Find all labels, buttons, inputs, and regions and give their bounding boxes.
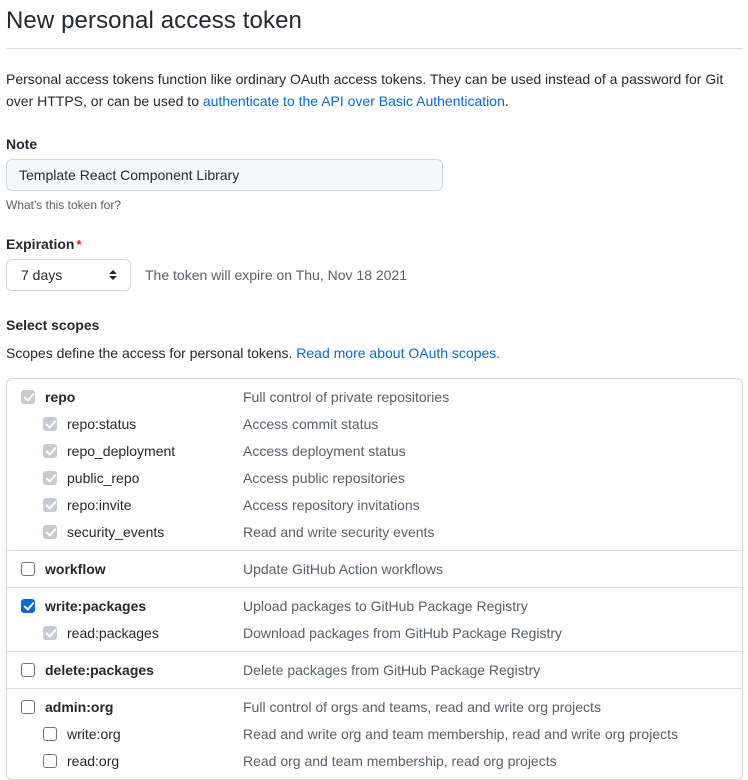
note-label: Note bbox=[6, 136, 742, 152]
scope-name[interactable]: public_repo bbox=[67, 470, 139, 486]
checkbox-write-org[interactable] bbox=[43, 727, 57, 741]
scope-description: Full control of private repositories bbox=[243, 389, 449, 405]
scope-group: workflow Update GitHub Action workflows bbox=[7, 550, 742, 582]
scope-description: Read org and team membership, read org p… bbox=[243, 753, 557, 769]
header-divider bbox=[6, 48, 743, 49]
checkbox-delete-packages[interactable] bbox=[21, 663, 35, 677]
scope-row-left: read:packages bbox=[7, 625, 243, 641]
expiration-note: The token will expire on Thu, Nov 18 202… bbox=[145, 267, 407, 283]
scope-description: Read and write org and team membership, … bbox=[243, 726, 678, 742]
checkbox-read-org[interactable] bbox=[43, 754, 57, 768]
checkbox-repo bbox=[21, 390, 35, 404]
scopes-list: repo Full control of private repositories… bbox=[6, 378, 743, 780]
scope-row-left: repo:status bbox=[7, 416, 243, 432]
scope-group: admin:org Full control of orgs and teams,… bbox=[7, 688, 742, 774]
scope-row: write:org Read and write org and team mem… bbox=[7, 720, 742, 747]
scope-row: delete:packages Delete packages from GitH… bbox=[7, 656, 742, 683]
expiration-label-text: Expiration bbox=[6, 236, 74, 252]
required-asterisk: * bbox=[76, 237, 81, 252]
intro-paragraph: Personal access tokens function like ord… bbox=[6, 69, 742, 112]
checkbox-repo-status bbox=[43, 417, 57, 431]
scope-name[interactable]: admin:org bbox=[45, 699, 113, 715]
page-title: New personal access token bbox=[6, 6, 742, 48]
scope-description: Read and write security events bbox=[243, 524, 434, 540]
note-helper-text: What's this token for? bbox=[6, 198, 742, 212]
scope-row-left: repo bbox=[7, 389, 243, 405]
checkbox-write-packages[interactable] bbox=[21, 599, 35, 613]
scope-group: delete:packages Delete packages from GitH… bbox=[7, 651, 742, 683]
scope-group: write:packages Upload packages to GitHub … bbox=[7, 587, 742, 646]
intro-text-part2: . bbox=[505, 93, 509, 109]
scope-name[interactable]: write:packages bbox=[45, 598, 146, 614]
scope-description: Delete packages from GitHub Package Regi… bbox=[243, 662, 540, 678]
scopes-description: Scopes define the access for personal to… bbox=[6, 345, 742, 361]
scope-row-left: read:org bbox=[7, 753, 243, 769]
scope-row-left: public_repo bbox=[7, 470, 243, 486]
scope-description: Access deployment status bbox=[243, 443, 406, 459]
checkbox-repo-deployment bbox=[43, 444, 57, 458]
scope-name[interactable]: write:org bbox=[67, 726, 121, 742]
scope-name[interactable]: repo_deployment bbox=[67, 443, 175, 459]
checkbox-admin-org[interactable] bbox=[21, 700, 35, 714]
scope-row-left: write:org bbox=[7, 726, 243, 742]
scope-description: Update GitHub Action workflows bbox=[243, 561, 443, 577]
scope-row: repo Full control of private repositories bbox=[7, 383, 742, 410]
checkbox-workflow[interactable] bbox=[21, 562, 35, 576]
scopes-description-text: Scopes define the access for personal to… bbox=[6, 345, 296, 361]
checkbox-public-repo bbox=[43, 471, 57, 485]
basic-authentication-link[interactable]: authenticate to the API over Basic Authe… bbox=[203, 93, 505, 109]
expiration-select-value: 7 days bbox=[7, 267, 62, 283]
scope-group: repo Full control of private repositories… bbox=[7, 383, 742, 545]
scope-row: read:org Read org and team membership, re… bbox=[7, 747, 742, 774]
expiration-label: Expiration* bbox=[6, 236, 742, 252]
scope-description: Access public repositories bbox=[243, 470, 405, 486]
scope-row: workflow Update GitHub Action workflows bbox=[7, 555, 742, 582]
scope-row: write:packages Upload packages to GitHub … bbox=[7, 592, 742, 619]
scope-name[interactable]: repo:invite bbox=[67, 497, 132, 513]
scope-name[interactable]: repo:status bbox=[67, 416, 136, 432]
scope-name[interactable]: read:org bbox=[67, 753, 119, 769]
expiration-row: 7 days The token will expire on Thu, Nov… bbox=[6, 259, 742, 291]
scope-name[interactable]: security_events bbox=[67, 524, 164, 540]
scope-row: repo:status Access commit status bbox=[7, 410, 742, 437]
scope-row: public_repo Access public repositories bbox=[7, 464, 742, 491]
scope-row: security_events Read and write security e… bbox=[7, 518, 742, 545]
scope-row-left: workflow bbox=[7, 561, 243, 577]
checkbox-read-packages bbox=[43, 626, 57, 640]
scope-row: repo_deployment Access deployment status bbox=[7, 437, 742, 464]
scope-description: Access commit status bbox=[243, 416, 378, 432]
scope-description: Upload packages to GitHub Package Regist… bbox=[243, 598, 528, 614]
scope-row: repo:invite Access repository invitations bbox=[7, 491, 742, 518]
scope-row: read:packages Download packages from GitH… bbox=[7, 619, 742, 646]
scope-row-left: repo:invite bbox=[7, 497, 243, 513]
scope-name[interactable]: workflow bbox=[45, 561, 106, 577]
checkbox-security-events bbox=[43, 525, 57, 539]
scope-description: Access repository invitations bbox=[243, 497, 420, 513]
scope-row-left: write:packages bbox=[7, 598, 243, 614]
oauth-scopes-link[interactable]: Read more about OAuth scopes. bbox=[296, 345, 500, 361]
select-scopes-heading: Select scopes bbox=[6, 317, 742, 333]
chevron-updown-icon bbox=[108, 267, 118, 283]
scope-name[interactable]: repo bbox=[45, 389, 75, 405]
note-input[interactable] bbox=[6, 159, 443, 191]
scope-name[interactable]: delete:packages bbox=[45, 662, 154, 678]
scope-name[interactable]: read:packages bbox=[67, 625, 159, 641]
expiration-select[interactable]: 7 days bbox=[6, 259, 131, 291]
checkbox-repo-invite bbox=[43, 498, 57, 512]
scope-row-left: repo_deployment bbox=[7, 443, 243, 459]
scope-row-left: security_events bbox=[7, 524, 243, 540]
scope-description: Full control of orgs and teams, read and… bbox=[243, 699, 601, 715]
scope-row-left: delete:packages bbox=[7, 662, 243, 678]
scope-row: admin:org Full control of orgs and teams,… bbox=[7, 693, 742, 720]
scope-row-left: admin:org bbox=[7, 699, 243, 715]
new-personal-access-token-page: New personal access token Personal acces… bbox=[0, 6, 748, 780]
scope-description: Download packages from GitHub Package Re… bbox=[243, 625, 562, 641]
